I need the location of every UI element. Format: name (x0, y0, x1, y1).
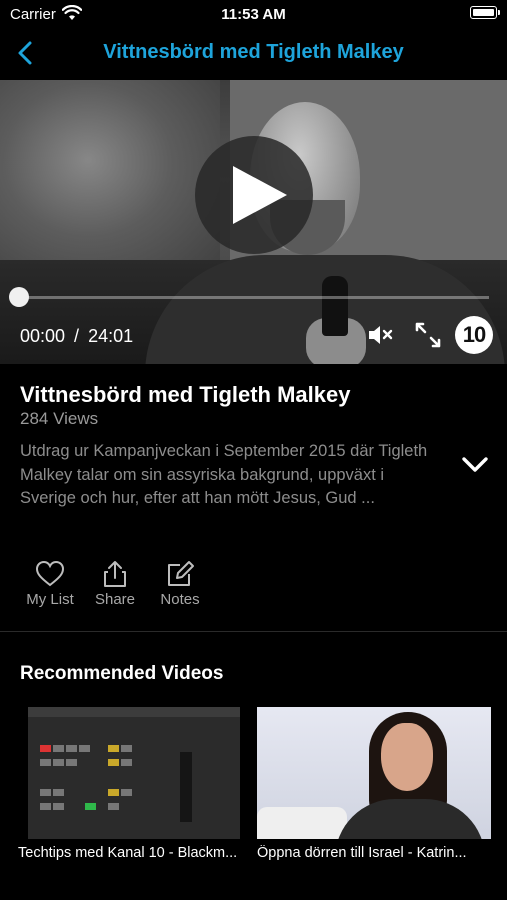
thumbnail-switcher-button (108, 789, 119, 796)
view-count: 284 Views (20, 409, 99, 428)
thumbnail-switcher-button (85, 803, 96, 810)
recommended-thumbnail-1[interactable] (28, 707, 240, 839)
fullscreen-icon[interactable] (413, 320, 443, 350)
recommended-title-1[interactable]: Techtips med Kanal 10 - Blackm... (18, 845, 250, 861)
thumbnail-switcher-slider (180, 752, 192, 822)
thumbnail-switcher-button (108, 803, 119, 810)
thumbnail-switcher-button (53, 803, 64, 810)
notes-button[interactable]: Notes (148, 560, 212, 608)
video-title: Vittnesbörd med Tigleth Malkey (20, 382, 351, 407)
video-frame-flower (0, 80, 220, 280)
my-list-button[interactable]: My List (18, 560, 82, 608)
nav-title: Vittnesbörd med Tigleth Malkey (103, 41, 404, 63)
play-button[interactable] (195, 136, 313, 254)
thumbnail-chair (257, 807, 347, 839)
time-separator: / (74, 326, 80, 346)
recommended-title-2[interactable]: Öppna dörren till Israel - Katrin... (257, 845, 507, 861)
video-frame-microphone (322, 276, 348, 336)
status-bar: Carrier 11:53 AM (0, 0, 507, 30)
chevron-down-icon[interactable] (460, 452, 490, 478)
thumbnail-switcher-button (121, 789, 132, 796)
mute-icon[interactable] (366, 320, 396, 350)
thumbnail-switcher-button (40, 745, 51, 752)
duration: 24:01 (88, 326, 134, 346)
thumbnail-woman-face (381, 723, 433, 791)
thumbnail-switcher-button (108, 759, 119, 766)
thumbnail-switcher-button (121, 745, 132, 752)
video-player[interactable]: 00:00 / 24:01 10 (0, 80, 507, 364)
channel-logo: 10 (455, 316, 493, 354)
edit-icon (168, 561, 194, 586)
thumbnail-switcher-button (66, 745, 77, 752)
thumbnail-switcher-button (66, 759, 77, 766)
share-icon (104, 561, 126, 587)
thumbnail-switcher-button (108, 745, 119, 752)
thumbnail-switcher-button (121, 759, 132, 766)
thumbnail-switcher-button (40, 759, 51, 766)
heart-icon (35, 560, 65, 587)
navigation-bar: Vittnesbörd med Tigleth Malkey (0, 30, 507, 80)
battery-icon (470, 6, 500, 19)
thumbnail-switcher-button (40, 789, 51, 796)
section-divider (0, 631, 507, 632)
progress-knob[interactable] (9, 287, 29, 307)
video-description: Utdrag ur Kampanjveckan i September 2015… (20, 442, 428, 507)
share-button[interactable]: Share (83, 560, 147, 608)
thumbnail-switcher-button (40, 803, 51, 810)
progress-bar[interactable] (18, 296, 489, 299)
timecode: 00:00 / 24:01 (20, 326, 133, 347)
thumbnail-switcher-toolbar (28, 707, 240, 717)
play-icon (233, 166, 287, 224)
thumbnail-switcher-button (53, 789, 64, 796)
clock: 11:53 AM (221, 6, 286, 23)
recommended-thumbnail-2[interactable] (257, 707, 491, 839)
thumbnail-switcher-button (53, 745, 64, 752)
current-time: 00:00 (20, 326, 66, 346)
notes-label: Notes (160, 591, 200, 608)
action-bar: My List Share Notes (0, 560, 507, 610)
share-label: Share (94, 591, 136, 608)
thumbnail-switcher-button (79, 745, 90, 752)
chevron-left-icon[interactable] (12, 39, 40, 67)
thumbnail-switcher-button (53, 759, 64, 766)
my-list-label: My List (26, 591, 74, 608)
recommended-heading: Recommended Videos (20, 663, 224, 684)
